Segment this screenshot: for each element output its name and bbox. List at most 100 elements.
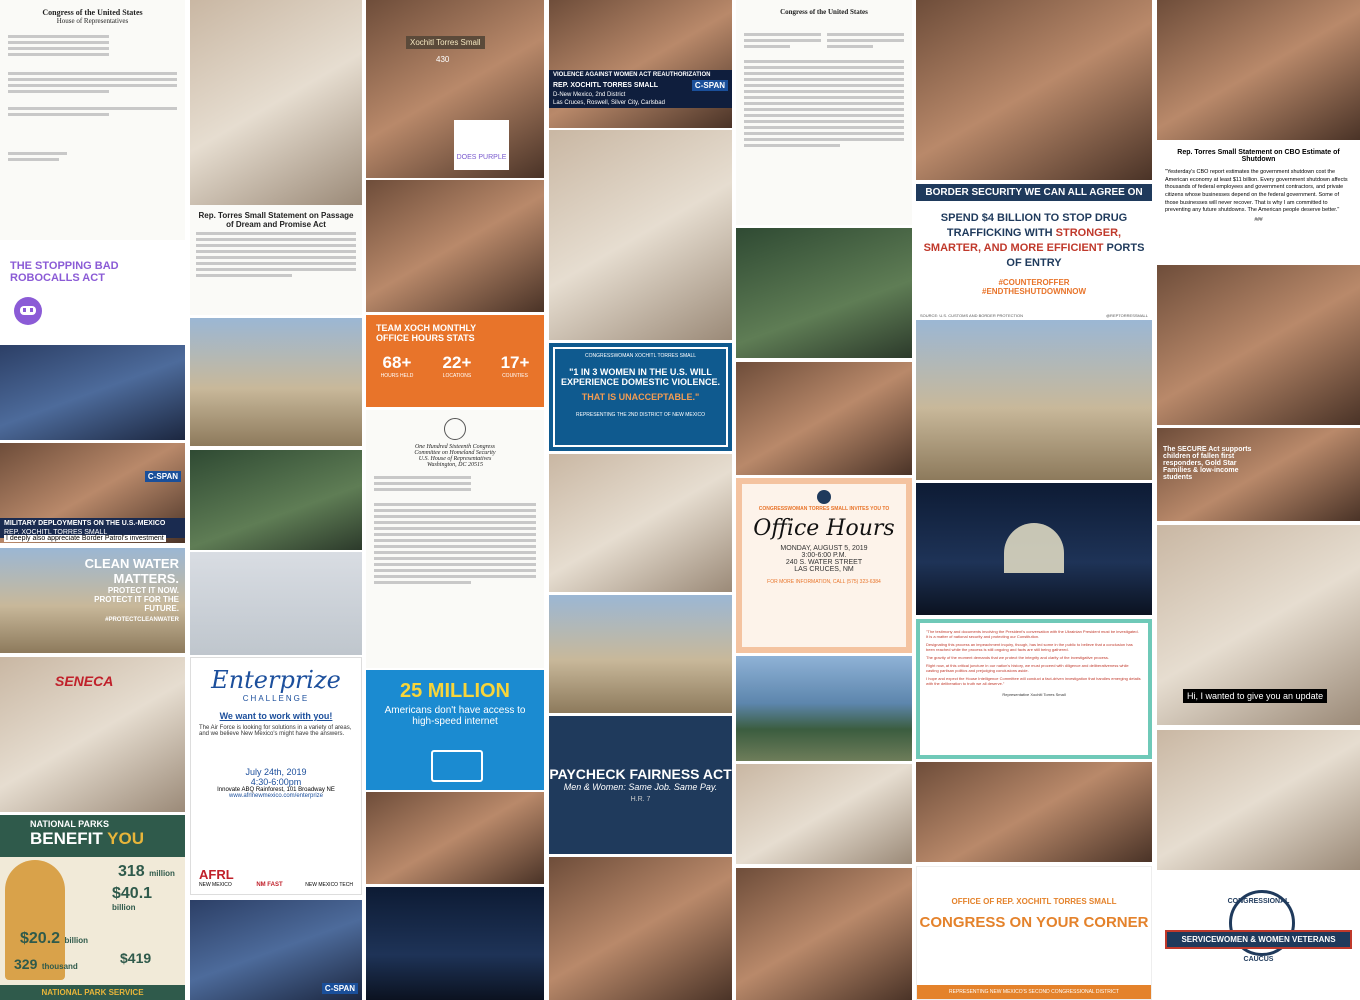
parks-stat5: $419 — [120, 950, 152, 966]
letter-subheader: House of Representatives — [56, 17, 129, 25]
enterprize-flyer: Enterprize CHALLENGE We want to work wit… — [190, 657, 362, 895]
officers-group-photo — [736, 228, 912, 358]
does-purple-sign: DOES PURPLE — [454, 120, 509, 170]
parks-stat3: $20.2 — [20, 930, 61, 947]
parks-stat1: 318 — [118, 863, 145, 880]
paycheck-title: PAYCHECK FAIRNESS ACT — [549, 766, 732, 782]
office-hours-time: 3:00-6:00 P.M. — [801, 552, 847, 559]
nameplate: Xochitl Torres Small — [406, 36, 485, 49]
dv-bottom: REPRESENTING THE 2ND DISTRICT OF NEW MEX… — [576, 412, 705, 418]
lake-photo — [736, 656, 912, 761]
impeachment-statement: "The testimony and documents involving t… — [916, 619, 1152, 759]
enterprize-time: 4:30-6:00pm — [250, 777, 302, 787]
event-photo-crowd — [0, 345, 185, 440]
clean-water-line3: PROTECT IT NOW. — [107, 586, 179, 595]
enterprize-head: We want to work with you! — [219, 711, 333, 721]
border-handle: @REPTORRESSMALL — [1106, 313, 1148, 318]
vawa-video: VIOLENCE AGAINST WOMEN ACT REAUTHORIZATI… — [549, 0, 732, 128]
dv-quote: "1 IN 3 WOMEN IN THE U.S. WILL EXPERIENC… — [560, 367, 721, 387]
gallery-meeting-photo — [1157, 730, 1360, 870]
night-event-photo — [366, 887, 544, 1000]
dream-statement: Rep. Torres Small Statement on Passage o… — [190, 205, 362, 315]
congress-letter-1: Congress of the United States House of R… — [0, 0, 185, 240]
town-hall-crowd-photo — [736, 868, 912, 1000]
office-hours-date: MONDAY, AUGUST 5, 2019 — [780, 545, 868, 552]
stat-hours-label: HOURS HELD — [380, 373, 414, 379]
border-hashtag-2: #ENDTHESHUTDOWNNOW — [982, 287, 1086, 297]
impeach-signature: Representative Xochitl Torres Small — [1002, 692, 1066, 697]
dream-photo — [190, 0, 362, 205]
update-caption: Hi, I wanted to give you an update — [1183, 689, 1328, 703]
national-parks-infographic: NATIONAL PARKS BENEFIT YOU 318 million $… — [0, 815, 185, 1000]
clean-water-line2: MATTERS. — [113, 571, 179, 586]
robot-icon — [14, 297, 42, 325]
corner-title: CONGRESS ON YOUR CORNER — [919, 914, 1149, 931]
diner-photo — [916, 0, 1152, 180]
enterprize-body: The Air Force is looking for solutions i… — [199, 725, 352, 737]
roundtable-photo — [366, 792, 544, 884]
congress-letter-2: Congress of the United States — [736, 0, 912, 225]
robocalls-title: THE STOPPING BAD ROBOCALLS ACT — [10, 260, 119, 284]
dream-title: Rep. Torres Small Statement on Passage o… — [198, 211, 354, 229]
nmfast-logo: NM FAST — [256, 882, 283, 888]
paycheck-sub: Men & Women: Same Job. Same Pay. — [563, 782, 718, 792]
stat-counties-label: COUNTIES — [502, 373, 528, 379]
letter-header: Congress of the United States — [42, 8, 143, 17]
stat-hours: 68+ — [382, 353, 412, 372]
secure-act-tile: The SECURE Act supports children of fall… — [1157, 428, 1360, 521]
coast-guard-photo — [916, 762, 1152, 862]
enterprize-url[interactable]: www.afrlnewmexico.com/enterprize — [199, 793, 353, 799]
afrl-logo: AFRL — [199, 867, 234, 882]
border-title: BORDER SECURITY WE CAN ALL AGREE ON — [916, 184, 1152, 201]
cbo-statement: Rep. Torres Small Statement on CBO Estim… — [1157, 145, 1360, 260]
paycheck-hr: H.R. 7 — [630, 796, 651, 803]
office-hours-city: LAS CRUCES, NM — [794, 566, 854, 573]
handshake-photo — [549, 857, 732, 1000]
office-stats-tile: TEAM XOCH MONTHLY OFFICE HOURS STATS 68+… — [366, 315, 544, 407]
office-hours-invite: CONGRESSWOMAN TORRES SMALL INVITES YOU T… — [758, 506, 890, 512]
caucus-logo-tile: CONGRESSIONAL SERVICEWOMEN & WOMEN VETER… — [1157, 873, 1360, 1000]
dv-top: CONGRESSWOMAN XOCHITL TORRES SMALL — [584, 353, 697, 359]
flag-group-photo — [916, 320, 1152, 480]
enterprize-date: July 24th, 2019 — [245, 767, 307, 777]
vawa-place: Las Cruces, Roswell, Silver City, Carlsb… — [549, 98, 732, 108]
capitol-icon — [817, 490, 831, 504]
seneca-photo: SENECA — [0, 657, 185, 812]
cbo-title: Rep. Torres Small Statement on CBO Estim… — [1177, 149, 1340, 163]
parks-footer: NATIONAL PARK SERVICE — [0, 985, 185, 1000]
clean-water-hashtag: #PROTECTCLEANWATER — [105, 617, 179, 623]
cowboy-child-photo — [549, 130, 732, 340]
office-hours-addr: 240 S. WATER STREET — [785, 559, 863, 566]
room-number: 430 — [436, 55, 450, 64]
enterprize-sub: CHALLENGE — [242, 694, 310, 703]
parks-stat2-label: billion — [112, 903, 136, 912]
ballroom-photo — [736, 764, 912, 864]
group-photo-women — [366, 180, 544, 312]
nmtech-logo: NEW MEXICO TECH — [305, 882, 353, 888]
border-officers-photo — [549, 595, 732, 713]
office-hours-title: Office Hours — [753, 516, 895, 541]
parks-stat3-label: billion — [64, 936, 89, 945]
clean-water-line5: FUTURE. — [144, 604, 179, 613]
vawa-title: VIOLENCE AGAINST WOMEN ACT REAUTHORIZATI… — [549, 70, 732, 80]
border-source: SOURCE: U.S. CUSTOMS AND BORDER PROTECTI… — [920, 313, 1024, 318]
robocalls-tile: THE STOPPING BAD ROBOCALLS ACT — [0, 240, 185, 345]
broadband-tile: 25 MILLION Americans don't have access t… — [366, 670, 544, 790]
clean-water-line1: CLEAN WATER — [84, 556, 179, 571]
corner-top: OFFICE OF REP. XOCHITL TORRES SMALL — [951, 897, 1117, 906]
domestic-violence-tile: CONGRESSWOMAN XOCHITL TORRES SMALL "1 IN… — [549, 343, 732, 451]
capitol-night-photo — [916, 483, 1152, 615]
capitol-dome — [1004, 523, 1064, 573]
broadband-text: Americans don't have access to high-spee… — [384, 705, 526, 727]
caucus-mid: SERVICEWOMEN & WOMEN VETERANS — [1165, 930, 1352, 949]
seal-icon — [444, 418, 466, 440]
cspan-logo: C-SPAN — [144, 471, 181, 482]
parks-stat2: $40.1 — [112, 885, 153, 902]
update-video-tile: Hi, I wanted to give you an update — [1157, 525, 1360, 725]
military-hearing-video: C-SPAN MILITARY DEPLOYMENTS ON THE U.S.-… — [0, 443, 185, 543]
broadband-number: 25 MILLION — [399, 680, 510, 702]
enterprize-title: Enterprize — [211, 666, 341, 694]
homeland-letter: One Hundred Sixteenth Congress Committee… — [366, 410, 544, 668]
stat-locations: 22+ — [442, 353, 472, 372]
parks-stat1-label: million — [149, 869, 175, 878]
